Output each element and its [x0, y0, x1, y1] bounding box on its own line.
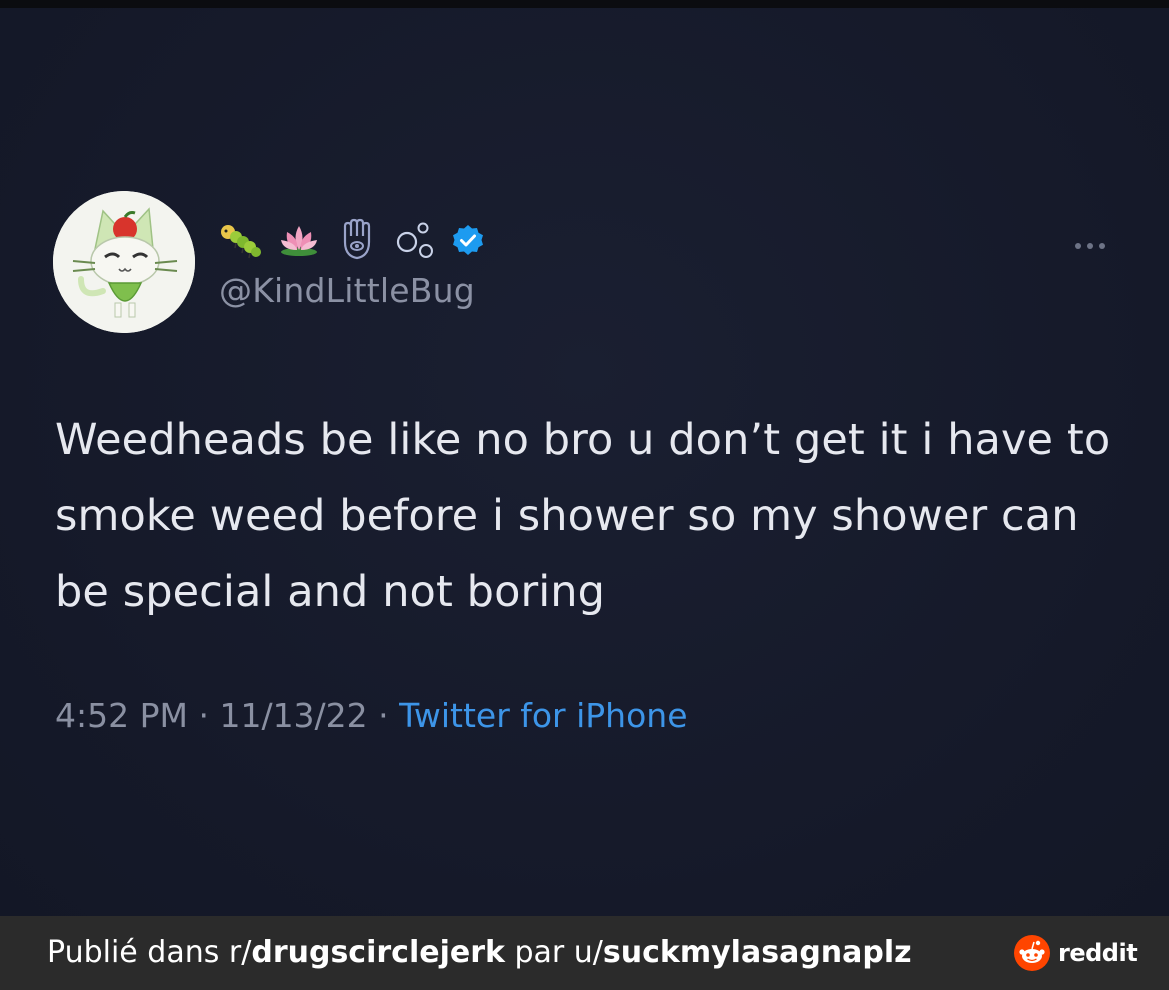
footer-caption: Publié dans r/drugscirclejerk par u/suck… — [47, 916, 912, 990]
tweet-card: @KindLittleBug Weedheads be like no bro … — [0, 8, 1169, 916]
hamsa-icon — [343, 218, 371, 260]
tweet-time[interactable]: 4:52 PM — [55, 696, 188, 735]
footer-prefix: Publié dans r/ — [47, 935, 252, 970]
user-handle[interactable]: @KindLittleBug — [219, 271, 475, 310]
username-link[interactable]: suckmylasagnaplz — [603, 935, 912, 970]
footer-middle: par u/ — [504, 935, 603, 970]
tweet-date[interactable]: 11/13/22 — [219, 696, 367, 735]
lotus-icon — [281, 226, 317, 256]
top-strip — [0, 0, 1169, 8]
meta-separator: · — [198, 696, 220, 735]
reddit-logo[interactable]: reddit — [1014, 935, 1138, 971]
caterpillar-icon — [221, 225, 261, 259]
tweet-text: Weedheads be like no bro u don’t get it … — [55, 415, 1111, 617]
tweet-source-link[interactable]: Twitter for iPhone — [399, 696, 687, 735]
bubbles-icon — [396, 222, 433, 258]
display-name-row[interactable] — [219, 215, 485, 265]
avatar[interactable] — [53, 191, 195, 333]
reddit-wordmark: reddit — [1058, 939, 1138, 967]
more-options-button[interactable] — [1065, 233, 1115, 259]
tweet-meta: 4:52 PM · 11/13/22 · Twitter for iPhone — [55, 696, 688, 735]
reddit-snoo-icon — [1014, 935, 1050, 971]
cat-avatar-icon — [53, 191, 195, 333]
subreddit-link[interactable]: drugscirclejerk — [251, 935, 505, 970]
more-dot-icon — [1099, 243, 1105, 249]
more-dot-icon — [1075, 243, 1081, 249]
more-dot-icon — [1087, 243, 1093, 249]
reddit-footer: Publié dans r/drugscirclejerk par u/suck… — [0, 916, 1169, 990]
verified-badge-icon — [453, 225, 483, 255]
meta-separator: · — [378, 696, 400, 735]
